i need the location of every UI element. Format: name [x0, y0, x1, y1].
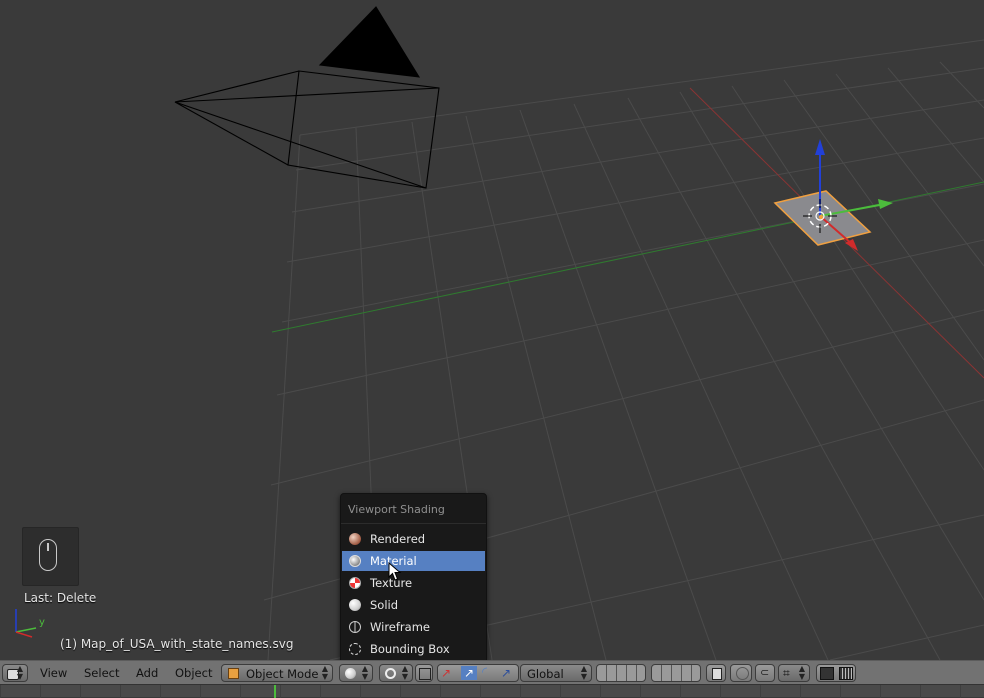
menu-item-bounding-box[interactable]: Bounding Box	[342, 639, 485, 659]
menu-item-rendered[interactable]: Rendered	[342, 529, 485, 549]
solid-shading-icon	[345, 668, 356, 679]
snap-element-selector[interactable]: ⌗ ▲ ▼	[778, 664, 810, 682]
object-mode-icon	[228, 668, 239, 679]
viewport-shading-menu: Viewport Shading Rendered Material Textu…	[340, 493, 487, 660]
pivot-point-button[interactable]: ▲ ▼	[379, 664, 413, 682]
scale-icon[interactable]: ◜	[482, 666, 498, 680]
dropdown-arrows-icon: ▲ ▼	[361, 664, 368, 681]
axes-gizmo: y	[15, 609, 45, 638]
3d-viewport[interactable]: Last: Delete y (1) Map_of_USA_with_state…	[0, 0, 984, 660]
snap-toggle-button[interactable]: ⊂	[755, 664, 775, 682]
orientation-label: Global	[527, 667, 564, 681]
render-image-icon[interactable]	[820, 667, 834, 680]
bounding-box-icon	[349, 643, 361, 655]
manipulator-toggle[interactable]	[415, 664, 433, 682]
active-object-name: (1) Map_of_USA_with_state_names.svg	[60, 637, 294, 651]
editor-type-button[interactable]: ▲ ▼	[2, 664, 28, 682]
snap-element-icon: ⌗	[783, 666, 790, 680]
layers-group-2[interactable]	[651, 664, 701, 682]
dropdown-arrows-icon: ▲ ▼	[580, 664, 587, 681]
proportional-edit-icon	[736, 667, 749, 680]
orientation-selector[interactable]: Global ▲ ▼	[520, 664, 592, 682]
proportional-edit-button[interactable]	[730, 664, 752, 682]
scale-arrow-icon[interactable]: ↗	[501, 666, 517, 680]
timeline-current-frame-marker[interactable]	[274, 685, 276, 698]
menu-view[interactable]: View	[36, 664, 71, 682]
menu-item-wireframe[interactable]: Wireframe	[342, 617, 485, 637]
timeline-strip[interactable]	[0, 684, 984, 698]
menu-item-label: Wireframe	[370, 620, 430, 634]
translate-icon[interactable]: ↗	[441, 666, 457, 680]
lock-icon	[712, 668, 722, 680]
render-buttons	[816, 664, 856, 682]
transform-manipulators: ↗ ↗ ◜ ↗	[437, 664, 519, 682]
menu-item-label: Solid	[370, 598, 399, 612]
rendered-icon	[349, 533, 361, 545]
timeline-ticks	[0, 685, 984, 698]
axis-y-label: y	[39, 617, 45, 628]
mode-selector[interactable]: Object Mode ▲ ▼	[221, 664, 333, 682]
wireframe-icon	[349, 621, 361, 633]
mode-label: Object Mode	[246, 667, 319, 681]
rotate-icon[interactable]: ↗	[461, 666, 477, 680]
menu-item-label: Bounding Box	[370, 642, 450, 656]
menu-title: Viewport Shading	[348, 503, 445, 516]
lock-layers-button[interactable]	[706, 664, 726, 682]
menu-object[interactable]: Object	[171, 664, 216, 682]
mouse-cursor-icon	[388, 562, 402, 581]
layers-group-1[interactable]	[596, 664, 646, 682]
dropdown-arrows-icon: ▲ ▼	[16, 664, 23, 681]
dropdown-arrows-icon: ▲ ▼	[321, 664, 328, 681]
menu-select[interactable]: Select	[80, 664, 123, 682]
dropdown-arrows-icon: ▲ ▼	[401, 664, 408, 681]
texture-icon	[349, 577, 361, 589]
mouse-hint-panel	[22, 527, 79, 586]
menu-separator	[341, 523, 486, 524]
magnet-icon: ⊂	[760, 666, 770, 679]
manipulator-icon	[419, 668, 431, 680]
material-icon	[349, 555, 361, 567]
viewport-shading-button[interactable]: ▲ ▼	[339, 664, 373, 682]
viewport-header: ▲ ▼ View Select Add Object Object Mode ▲ ▼…	[0, 660, 984, 684]
camera-object	[174, 6, 440, 189]
render-animation-icon[interactable]	[839, 667, 853, 680]
menu-item-solid[interactable]: Solid	[342, 595, 485, 615]
pivot-icon	[385, 668, 396, 679]
last-operator-label: Last: Delete	[24, 591, 97, 605]
mouse-icon	[39, 539, 57, 571]
dropdown-arrows-icon: ▲ ▼	[798, 664, 805, 681]
menu-item-label: Rendered	[370, 532, 426, 546]
menu-item-material[interactable]: Material	[342, 551, 485, 571]
menu-add[interactable]: Add	[132, 664, 162, 682]
selected-plane	[773, 139, 893, 251]
solid-icon	[349, 599, 361, 611]
scene-canvas[interactable]	[0, 0, 984, 660]
menu-item-texture[interactable]: Texture	[342, 573, 485, 593]
